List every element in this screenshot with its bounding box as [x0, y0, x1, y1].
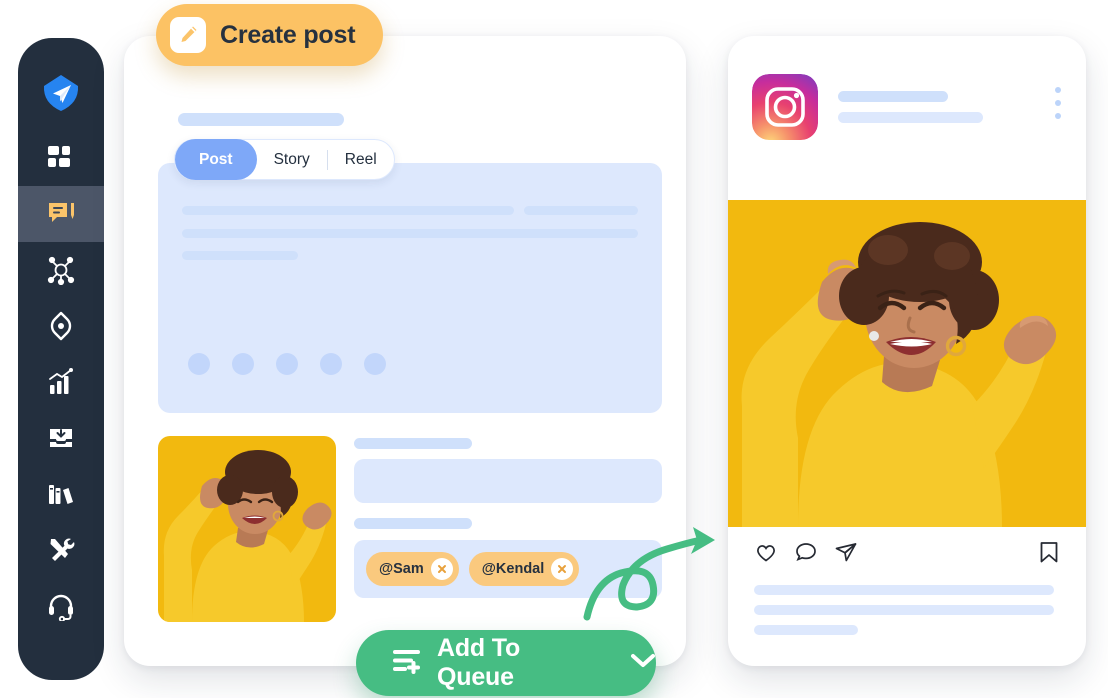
preview-account-placeholder [838, 91, 983, 123]
sidebar-item-logo[interactable] [18, 60, 104, 126]
compose-text-line [182, 229, 638, 238]
add-to-queue-button[interactable]: Add To Queue [356, 630, 656, 696]
sidebar [18, 38, 104, 680]
sidebar-item-create-post[interactable] [18, 186, 104, 242]
diamond-compass-icon [46, 311, 76, 341]
three-dots-vertical-icon[interactable] [1055, 87, 1061, 119]
chat-bubble-pencil-icon [46, 199, 76, 229]
post-type-tabs: Post Story Reel [174, 139, 395, 180]
add-to-queue-label: Add To Queue [437, 634, 521, 691]
sidebar-item-analytics[interactable] [18, 354, 104, 410]
network-nodes-icon [46, 255, 76, 285]
tab-story[interactable]: Story [257, 139, 327, 180]
editor-title-placeholder [178, 113, 344, 126]
sidebar-item-library[interactable] [18, 466, 104, 522]
preview-header [752, 74, 983, 140]
heart-icon[interactable] [1040, 665, 1060, 666]
headset-support-icon [46, 591, 76, 621]
sidebar-item-tools[interactable] [18, 522, 104, 578]
toolbar-dot[interactable] [320, 353, 342, 375]
caption-input-placeholder[interactable] [354, 459, 662, 503]
instagram-logo-icon [752, 74, 818, 140]
tab-reel[interactable]: Reel [328, 139, 394, 180]
sidebar-item-support[interactable] [18, 578, 104, 634]
queue-list-add-icon [392, 648, 422, 679]
instagram-preview-card [728, 36, 1086, 666]
close-icon[interactable] [551, 558, 574, 580]
field-label-placeholder [354, 438, 472, 449]
comment-bubble-icon[interactable] [794, 540, 818, 569]
preview-caption-placeholder [754, 585, 1054, 645]
pencil-square-icon [170, 17, 206, 53]
chevron-down-icon[interactable] [630, 653, 656, 674]
sidebar-item-engage[interactable] [18, 242, 104, 298]
sidebar-item-inbox[interactable] [18, 410, 104, 466]
preview-action-bar [728, 531, 1086, 577]
post-compose-area[interactable] [158, 163, 662, 413]
media-thumbnail[interactable] [158, 436, 336, 622]
field-label-placeholder [354, 518, 472, 529]
create-post-button[interactable]: Create post [156, 4, 384, 66]
compose-text-line [524, 206, 638, 215]
toolbar-dot[interactable] [276, 353, 298, 375]
preview-comment-row [754, 665, 1060, 666]
bookmark-icon[interactable] [1038, 540, 1060, 569]
compose-text-line [182, 206, 514, 215]
toolbar-dot[interactable] [232, 353, 254, 375]
heart-icon[interactable] [754, 540, 778, 569]
compose-toolbar-dots [188, 353, 386, 375]
app-mockup: Post Story Reel @Sam @Kendal Create post… [0, 0, 1108, 698]
tab-post[interactable]: Post [175, 139, 257, 180]
tag-people-input[interactable]: @Sam @Kendal [354, 540, 662, 598]
tag-chip-label: @Kendal [481, 561, 545, 577]
compose-text-line [182, 251, 298, 260]
sidebar-item-discover[interactable] [18, 298, 104, 354]
paper-plane-logo-icon [41, 73, 81, 113]
bar-chart-growth-icon [46, 367, 76, 397]
preview-photo [728, 200, 1086, 527]
books-library-icon [46, 479, 76, 509]
wrench-screwdriver-icon [46, 535, 76, 565]
tag-chip[interactable]: @Kendal [468, 552, 580, 586]
grid-dashboard-icon [47, 144, 75, 172]
toolbar-dot[interactable] [188, 353, 210, 375]
inbox-download-icon [46, 423, 76, 453]
close-icon[interactable] [430, 558, 453, 580]
sidebar-item-dashboard[interactable] [18, 130, 104, 186]
paper-plane-share-icon[interactable] [834, 540, 858, 569]
toolbar-dot[interactable] [364, 353, 386, 375]
tag-chip[interactable]: @Sam [366, 552, 459, 586]
tag-chip-label: @Sam [379, 561, 424, 577]
create-post-label: Create post [220, 20, 356, 49]
